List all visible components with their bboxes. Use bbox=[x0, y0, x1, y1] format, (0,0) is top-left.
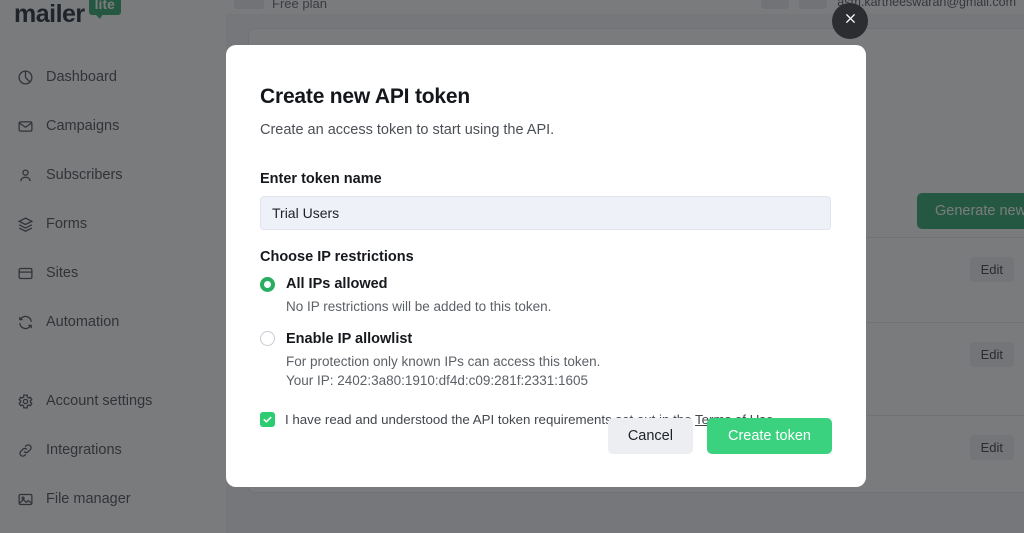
radio-icon-selected[interactable] bbox=[260, 276, 275, 292]
create-token-button[interactable]: Create token bbox=[706, 418, 832, 454]
radio-label: All IPs allowed bbox=[286, 276, 388, 292]
close-modal-button[interactable] bbox=[832, 3, 868, 39]
radio-option-all-ips[interactable]: All IPs allowed bbox=[260, 276, 832, 292]
close-icon bbox=[843, 11, 858, 31]
modal-actions: Cancel Create token bbox=[260, 418, 832, 454]
create-api-token-modal: Create new API token Create an access to… bbox=[226, 45, 866, 487]
radio-option-ip-allowlist[interactable]: Enable IP allowlist bbox=[260, 331, 832, 347]
modal-subtitle: Create an access token to start using th… bbox=[260, 122, 555, 138]
radio-icon-unselected[interactable] bbox=[260, 331, 275, 347]
token-name-input[interactable]: Trial Users bbox=[260, 196, 831, 230]
token-name-label: Enter token name bbox=[260, 171, 382, 187]
token-name-value: Trial Users bbox=[272, 205, 340, 221]
radio-label: Enable IP allowlist bbox=[286, 330, 413, 347]
radio-help-ip-allowlist: For protection only known IPs can access… bbox=[286, 353, 601, 389]
modal-title: Create new API token bbox=[260, 85, 470, 108]
cancel-button[interactable]: Cancel bbox=[607, 418, 693, 454]
radio-help-all-ips: No IP restrictions will be added to this… bbox=[286, 299, 552, 314]
ip-restrictions-label: Choose IP restrictions bbox=[260, 249, 414, 265]
app-root: mailer lite Dashboard Campaigns bbox=[0, 0, 1024, 533]
